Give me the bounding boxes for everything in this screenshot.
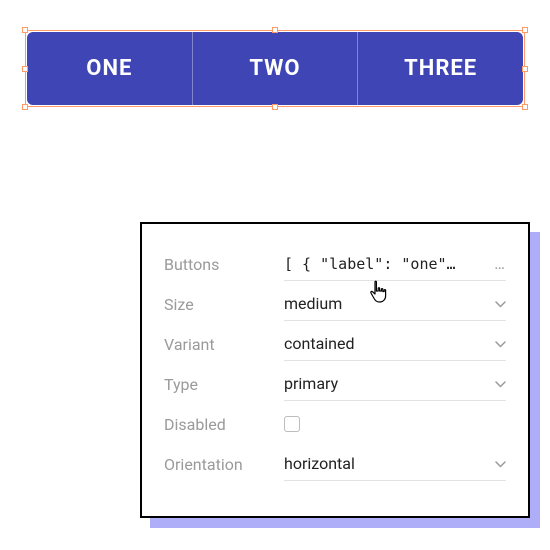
chevron-down-icon xyxy=(489,297,506,311)
prop-label-orientation: Orientation xyxy=(164,455,284,474)
button-one[interactable]: ONE xyxy=(27,32,192,105)
button-two[interactable]: TWO xyxy=(192,32,358,105)
prop-row-disabled: Disabled xyxy=(164,404,506,444)
prop-label-buttons: Buttons xyxy=(164,255,284,274)
prop-label-size: Size xyxy=(164,295,284,314)
prop-row-type: Type primary xyxy=(164,364,506,404)
prop-row-buttons: Buttons [ { "label": "one"… … xyxy=(164,244,506,284)
variant-value: contained xyxy=(284,334,489,353)
buttons-code-field[interactable]: [ { "label": "one"… … xyxy=(284,247,506,281)
ellipsis-icon[interactable]: … xyxy=(488,254,506,273)
prop-row-variant: Variant contained xyxy=(164,324,506,364)
size-select[interactable]: medium xyxy=(284,287,506,321)
properties-panel: Buttons [ { "label": "one"… … Size mediu… xyxy=(140,222,530,518)
resize-handle-bot-left[interactable] xyxy=(22,104,28,110)
variant-select[interactable]: contained xyxy=(284,327,506,361)
prop-row-size: Size medium xyxy=(164,284,506,324)
properties-panel-wrapper: Buttons [ { "label": "one"… … Size mediu… xyxy=(140,222,530,518)
disabled-checkbox[interactable] xyxy=(284,416,300,432)
resize-handle-top-left[interactable] xyxy=(22,27,28,33)
resize-handle-top-right[interactable] xyxy=(522,27,528,33)
chevron-down-icon xyxy=(489,337,506,351)
prop-label-type: Type xyxy=(164,375,284,394)
button-group-preview: ONE TWO THREE xyxy=(25,30,525,107)
prop-label-variant: Variant xyxy=(164,335,284,354)
prop-row-orientation: Orientation horizontal xyxy=(164,444,506,484)
orientation-select[interactable]: horizontal xyxy=(284,447,506,481)
type-select[interactable]: primary xyxy=(284,367,506,401)
chevron-down-icon xyxy=(489,377,506,391)
button-three[interactable]: THREE xyxy=(357,32,523,105)
buttons-code-value: [ { "label": "one"… xyxy=(284,255,488,273)
size-value: medium xyxy=(284,294,489,313)
type-value: primary xyxy=(284,374,489,393)
button-group[interactable]: ONE TWO THREE xyxy=(27,32,523,105)
prop-label-disabled: Disabled xyxy=(164,415,284,434)
orientation-value: horizontal xyxy=(284,454,489,473)
resize-handle-bot-right[interactable] xyxy=(522,104,528,110)
chevron-down-icon xyxy=(489,457,506,471)
